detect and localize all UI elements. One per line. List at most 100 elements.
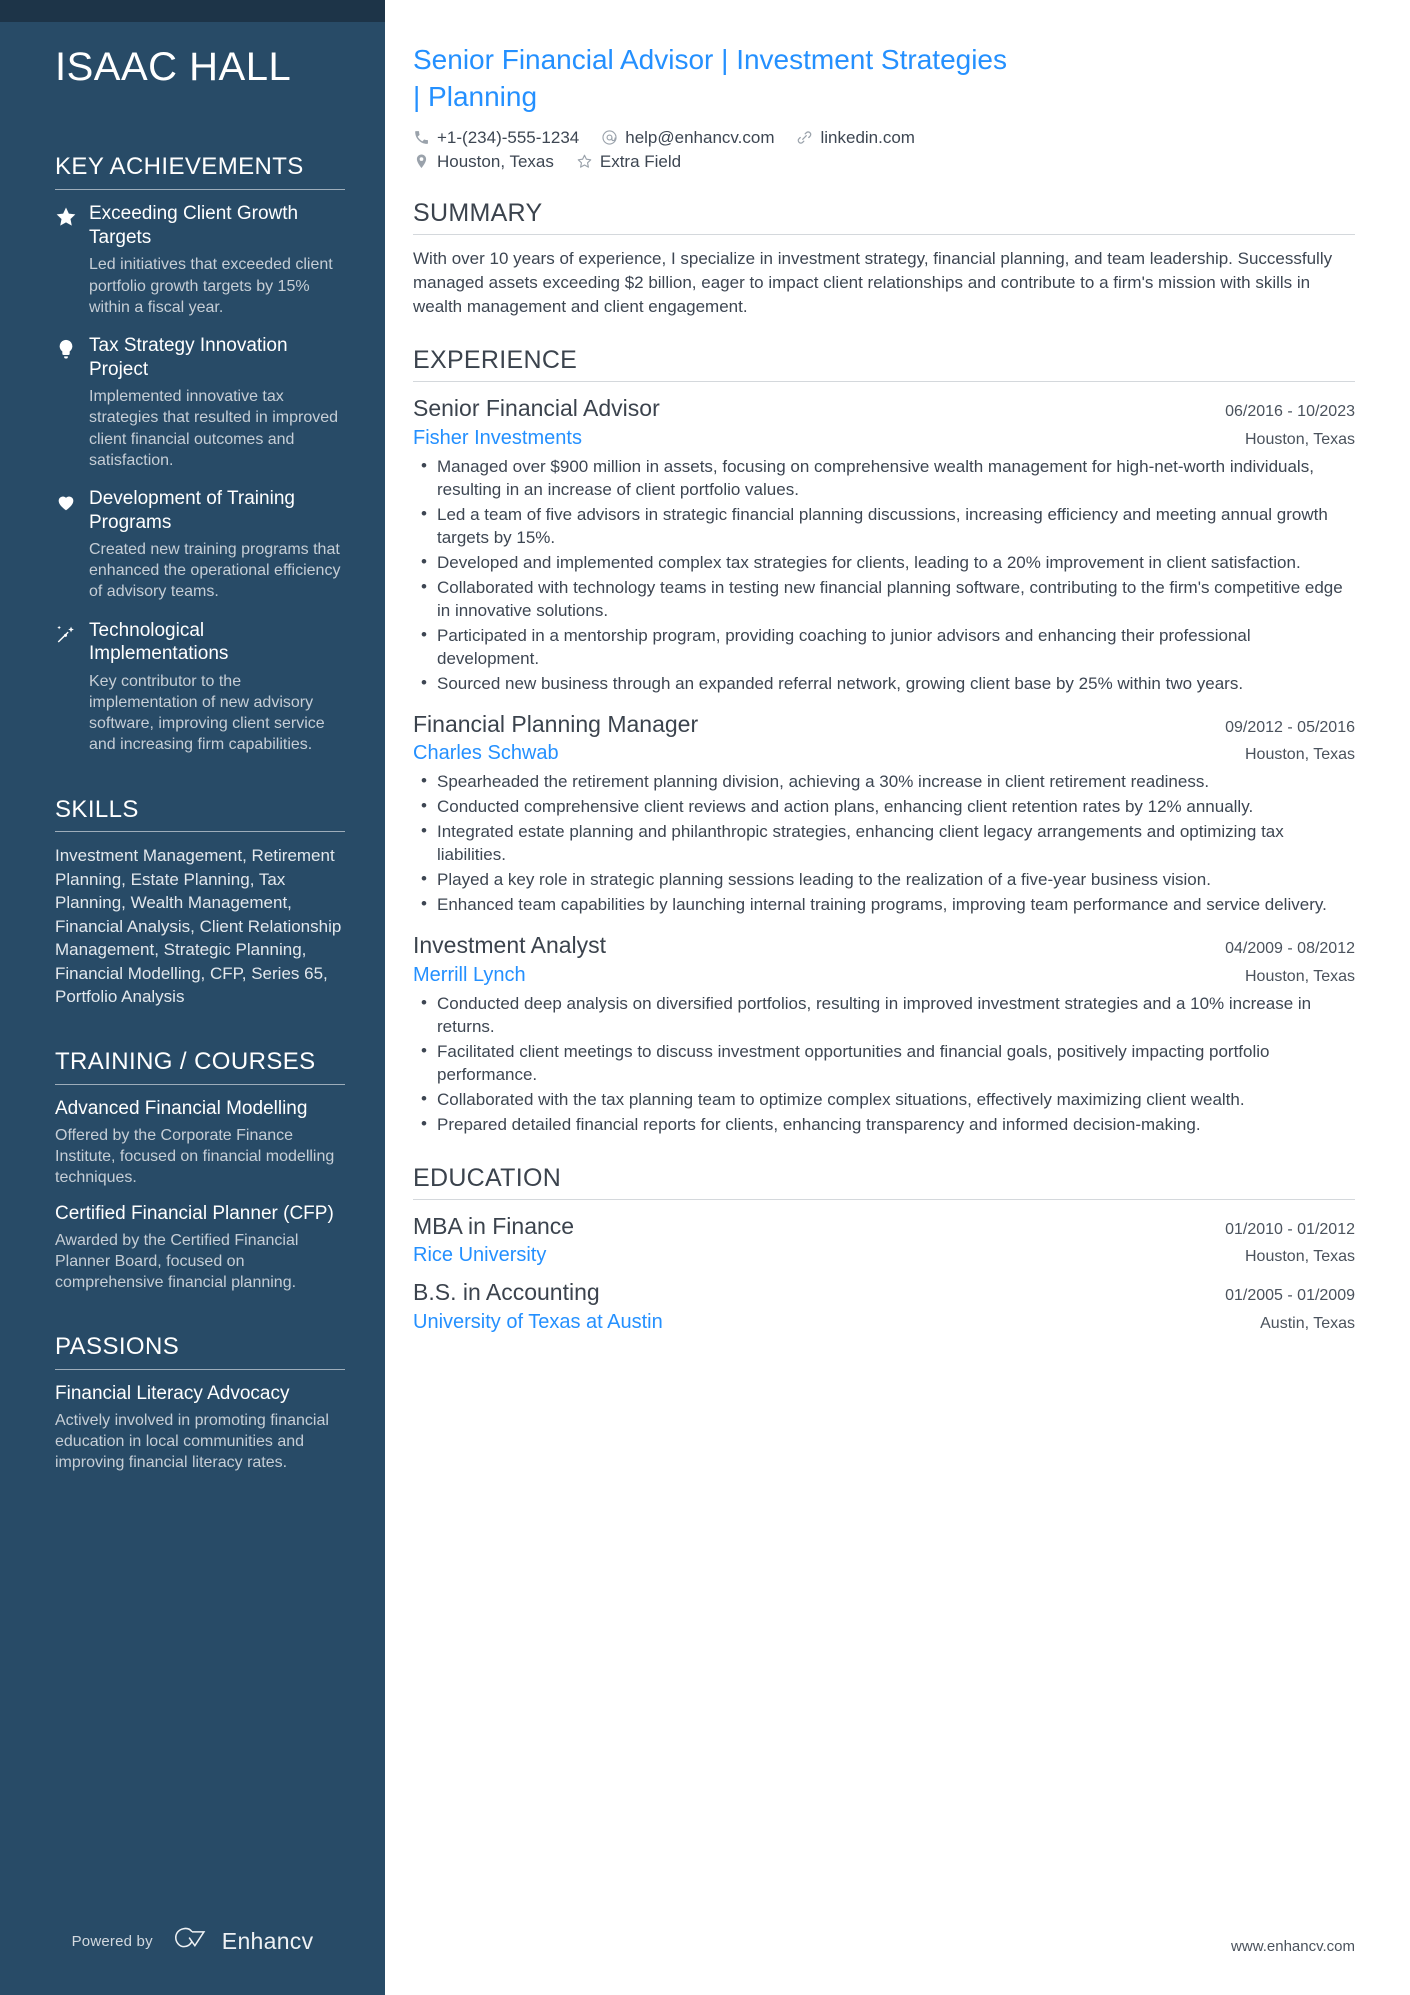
education-entry: B.S. in Accounting 01/2005 - 01/2009 Uni… xyxy=(413,1278,1355,1335)
job-bullet: Conducted comprehensive client reviews a… xyxy=(413,795,1355,819)
contact-phone[interactable]: +1-(234)-555-1234 xyxy=(413,128,579,148)
passions-title: PASSIONS xyxy=(55,1333,180,1361)
powered-by-label: Powered by xyxy=(71,1933,153,1950)
achievement-description: Key contributor to the implementation of… xyxy=(89,673,325,754)
education-date-range: 01/2010 - 01/2012 xyxy=(1225,1220,1355,1238)
education-date-range: 01/2005 - 01/2009 xyxy=(1225,1287,1355,1305)
job-bullets: Spearheaded the retirement planning divi… xyxy=(413,770,1355,917)
footer-website-url[interactable]: www.enhancv.com xyxy=(1231,1938,1355,1955)
education-entry: MBA in Finance 01/2010 - 01/2012 Rice Un… xyxy=(413,1212,1355,1269)
achievement-title: Development of Training Programs xyxy=(89,487,295,533)
achievement-description: Led initiatives that exceeded client por… xyxy=(89,256,333,316)
course-title: Certified Financial Planner (CFP) xyxy=(55,1203,334,1225)
experience-entry-sub: Fisher Investments Houston, Texas xyxy=(413,425,1355,451)
divider xyxy=(413,381,1355,383)
job-bullet: Facilitated client meetings to discuss i… xyxy=(413,1040,1355,1087)
job-bullet: Led a team of five advisors in strategic… xyxy=(413,503,1355,550)
experience-entry-sub: Charles Schwab Houston, Texas xyxy=(413,740,1355,766)
education-title: EDUCATION xyxy=(413,1163,562,1192)
experience-entry: Senior Financial Advisor 06/2016 - 10/20… xyxy=(413,394,1355,695)
job-date-range: 09/2012 - 05/2016 xyxy=(1225,718,1355,736)
passion-item: Financial Literacy Advocacy Actively inv… xyxy=(55,1382,345,1473)
section-summary: SUMMARY With over 10 years of experience… xyxy=(413,198,1355,319)
summary-text: With over 10 years of experience, I spec… xyxy=(413,248,1333,317)
achievement-description: Created new training programs that enhan… xyxy=(89,541,341,601)
section-experience: EXPERIENCE Senior Financial Advisor 06/2… xyxy=(413,345,1355,1136)
course-item: Advanced Financial Modelling Offered by … xyxy=(55,1097,345,1188)
education-entry-sub: University of Texas at Austin Austin, Te… xyxy=(413,1309,1355,1335)
job-bullet: Prepared detailed financial reports for … xyxy=(413,1113,1355,1137)
achievement-item: Development of Training Programs Created… xyxy=(55,487,345,603)
degree-title: MBA in Finance xyxy=(413,1212,575,1239)
job-title: Investment Analyst xyxy=(413,932,607,959)
professional-headline: Senior Financial Advisor | Investment St… xyxy=(413,44,1008,112)
job-bullets: Conducted deep analysis on diversified p… xyxy=(413,992,1355,1137)
school-name[interactable]: University of Texas at Austin xyxy=(413,1309,663,1335)
heart-icon xyxy=(55,487,89,603)
section-training-courses: TRAINING / COURSES Advanced Financial Mo… xyxy=(55,1048,345,1293)
sidebar-footer: Powered by Enhancv xyxy=(0,1926,385,1957)
experience-entry-head: Senior Financial Advisor 06/2016 - 10/20… xyxy=(413,394,1355,424)
job-title: Financial Planning Manager xyxy=(413,710,699,737)
course-description: Awarded by the Certified Financial Plann… xyxy=(55,1232,299,1292)
company-name[interactable]: Fisher Investments xyxy=(413,425,582,451)
contact-email-value: help@enhancv.com xyxy=(625,127,775,147)
job-bullet: Managed over $900 million in assets, foc… xyxy=(413,455,1355,502)
degree-title: B.S. in Accounting xyxy=(413,1279,600,1306)
skills-title: SKILLS xyxy=(55,795,139,823)
enhancv-brand: Enhancv xyxy=(171,1926,314,1957)
enhancv-logo-icon xyxy=(171,1926,213,1957)
course-item: Certified Financial Planner (CFP) Awarde… xyxy=(55,1202,345,1293)
contact-linkedin[interactable]: linkedin.com xyxy=(796,128,915,148)
achievement-title: Tax Strategy Innovation Project xyxy=(89,334,288,380)
experience-entry-head: Investment Analyst 04/2009 - 08/2012 xyxy=(413,931,1355,961)
email-icon xyxy=(601,129,618,146)
contact-details: +1-(234)-555-1234 help@enhancv.com linke… xyxy=(413,128,1355,172)
summary-title: SUMMARY xyxy=(413,198,543,227)
training-title: TRAINING / COURSES xyxy=(55,1048,316,1076)
sidebar: ISAAC HALL KEY ACHIEVEMENTS Exceeding Cl… xyxy=(0,0,385,1995)
achievement-title: Technological Implementations xyxy=(89,619,229,665)
divider xyxy=(55,188,345,190)
section-key-achievements: KEY ACHIEVEMENTS Exceeding Client Growth… xyxy=(55,153,345,755)
job-bullet: Developed and implemented complex tax st… xyxy=(413,551,1355,575)
job-bullet: Enhanced team capabilities by launching … xyxy=(413,893,1355,917)
divider xyxy=(55,1084,345,1086)
contact-email[interactable]: help@enhancv.com xyxy=(601,128,774,148)
enhancv-brand-name: Enhancv xyxy=(221,1928,314,1954)
achievement-description: Implemented innovative tax strategies th… xyxy=(89,388,339,469)
experience-entry: Investment Analyst 04/2009 - 08/2012 Mer… xyxy=(413,931,1355,1137)
job-date-range: 06/2016 - 10/2023 xyxy=(1225,403,1355,421)
sidebar-top-bar xyxy=(0,0,385,22)
achievement-item: Tax Strategy Innovation Project Implemen… xyxy=(55,334,345,471)
school-name[interactable]: Rice University xyxy=(413,1242,546,1268)
job-bullet: Collaborated with technology teams in te… xyxy=(413,576,1355,623)
job-bullets: Managed over $900 million in assets, foc… xyxy=(413,455,1355,696)
candidate-name: ISAAC HALL xyxy=(55,45,292,89)
magic-wand-icon xyxy=(55,619,89,756)
job-location: Houston, Texas xyxy=(1245,967,1355,985)
candidate-name-block: ISAAC HALL xyxy=(55,22,345,101)
resume-page: ISAAC HALL KEY ACHIEVEMENTS Exceeding Cl… xyxy=(0,0,1410,1995)
job-location: Houston, Texas xyxy=(1245,746,1355,764)
location-pin-icon xyxy=(413,153,430,170)
divider xyxy=(55,1369,345,1371)
divider xyxy=(55,831,345,833)
job-bullet: Sourced new business through an expanded… xyxy=(413,672,1355,696)
education-entry-sub: Rice University Houston, Texas xyxy=(413,1242,1355,1268)
company-name[interactable]: Merrill Lynch xyxy=(413,962,526,988)
section-skills: SKILLS Investment Management, Retirement… xyxy=(55,796,345,1009)
company-name[interactable]: Charles Schwab xyxy=(413,740,559,766)
contact-location: Houston, Texas xyxy=(413,152,554,172)
divider xyxy=(413,1198,1355,1200)
contact-row-2: Houston, Texas Extra Field xyxy=(413,152,1355,172)
contact-row-1: +1-(234)-555-1234 help@enhancv.com linke… xyxy=(413,128,1355,148)
achievement-item: Exceeding Client Growth Targets Led init… xyxy=(55,202,345,318)
contact-linkedin-value: linkedin.com xyxy=(820,127,915,147)
course-title: Advanced Financial Modelling xyxy=(55,1098,308,1120)
job-bullet: Participated in a mentorship program, pr… xyxy=(413,624,1355,671)
education-entry-head: MBA in Finance 01/2010 - 01/2012 xyxy=(413,1212,1355,1242)
job-bullet: Spearheaded the retirement planning divi… xyxy=(413,770,1355,794)
divider xyxy=(413,233,1355,235)
skills-list: Investment Management, Retirement Planni… xyxy=(55,846,342,1007)
